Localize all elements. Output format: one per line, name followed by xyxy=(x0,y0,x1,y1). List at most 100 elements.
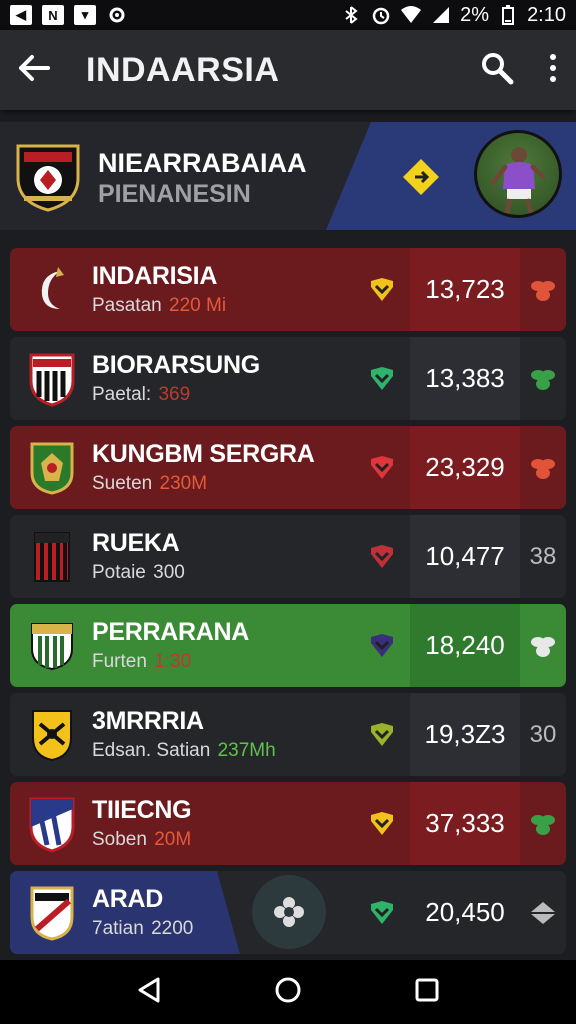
team-row[interactable]: ARAD 7atian 2200 20,450 xyxy=(10,871,566,954)
sub-prefix: Potaie xyxy=(92,562,146,583)
system-nav-bar xyxy=(0,960,576,1024)
settings-icon xyxy=(106,5,128,25)
more-vert-icon[interactable] xyxy=(548,53,558,88)
team-name: INDARISIA xyxy=(92,262,218,290)
team-name: RUEKA xyxy=(92,529,180,557)
sub-value: 300 xyxy=(153,562,185,583)
team-row[interactable]: RUEKA Potaie 300 10,477 38 xyxy=(10,515,566,598)
featured-banner[interactable]: NIEARRABAIAA PIENANESIN xyxy=(0,122,576,230)
team-score: 18,240 xyxy=(410,604,520,687)
status-bar: ◀ N ▾ 2% 2:10 xyxy=(0,0,576,30)
team-row[interactable]: KUNGBM SERGRA Sueten 230M 23,329 xyxy=(10,426,566,509)
notification-n-icon: N xyxy=(42,5,64,25)
wifi-icon xyxy=(400,5,422,25)
team-score: 10,477 xyxy=(410,515,520,598)
down-chevron-icon xyxy=(368,542,396,570)
sub-value: 1:30 xyxy=(154,651,192,672)
team-row[interactable]: BIORARSUNG Paetal: 369 13,383 xyxy=(10,337,566,420)
team-subtitle: 7atian 2200 xyxy=(92,918,193,940)
sub-prefix: Paetal: xyxy=(92,384,152,405)
direction-sign-icon[interactable] xyxy=(402,158,440,201)
battery-percent: 2% xyxy=(460,3,490,26)
club-crest-icon xyxy=(14,140,82,217)
bluetooth-icon xyxy=(340,5,362,25)
team-score: 13,723 xyxy=(410,248,520,331)
signal-icon xyxy=(430,5,452,25)
team-crest-icon xyxy=(22,616,82,676)
sub-value: 369 xyxy=(158,384,191,405)
sub-prefix: Sueten xyxy=(92,473,153,494)
team-score: 23,329 xyxy=(410,426,520,509)
leaf-icon[interactable] xyxy=(520,782,566,865)
sub-prefix: Edsan. Satian xyxy=(92,740,211,761)
settings-fab[interactable] xyxy=(252,875,326,949)
team-crest-icon xyxy=(22,794,82,854)
team-crest-icon xyxy=(22,705,82,765)
team-subtitle: Edsan. Satian 237Mh xyxy=(92,740,276,762)
team-crest-icon xyxy=(22,260,82,320)
team-name: ARAD xyxy=(92,885,164,913)
sub-value: 237Mh xyxy=(217,740,276,761)
sub-prefix: Pasatan xyxy=(92,295,162,316)
player-avatar[interactable] xyxy=(474,130,562,218)
team-name: BIORARSUNG xyxy=(92,351,260,379)
team-score: 37,333 xyxy=(410,782,520,865)
down-chevron-icon xyxy=(368,720,396,748)
team-score: 20,450 xyxy=(425,897,505,927)
team-crest-icon xyxy=(22,438,82,498)
sort-arrows-icon[interactable] xyxy=(520,871,566,954)
page-title: INDAARSIA xyxy=(86,50,280,89)
leaf-icon[interactable] xyxy=(520,426,566,509)
team-score: 13,383 xyxy=(410,337,520,420)
team-subtitle: Sueten 230M xyxy=(92,473,315,495)
team-crest-icon xyxy=(22,527,82,587)
banner-title: NIEARRABAIAA xyxy=(98,148,307,178)
mail-icon: ▾ xyxy=(74,5,96,25)
team-rank: 38 xyxy=(529,542,557,570)
down-chevron-icon xyxy=(368,453,396,481)
alarm-icon xyxy=(370,5,392,25)
sub-value: 2200 xyxy=(151,918,194,939)
down-chevron-icon xyxy=(368,364,396,392)
team-crest-icon xyxy=(22,883,82,943)
sub-prefix: Soben xyxy=(92,829,147,850)
team-row[interactable]: TIIECNG Soben 20M 37,333 xyxy=(10,782,566,865)
back-arrow-icon[interactable] xyxy=(18,54,50,87)
down-chevron-icon xyxy=(368,898,396,926)
sub-prefix: 7atian xyxy=(92,918,144,939)
banner-subtitle: PIENANESIN xyxy=(98,180,251,208)
team-subtitle: Soben 20M xyxy=(92,829,191,851)
down-chevron-icon xyxy=(368,809,396,837)
team-subtitle: Paetal: 369 xyxy=(92,384,260,406)
team-list: INDARISIA Pasatan 220 Mi 13,723 BIORARSU… xyxy=(10,248,566,960)
sub-value: 220 Mi xyxy=(169,295,227,316)
team-crest-icon xyxy=(22,349,82,409)
back-box-icon: ◀ xyxy=(10,5,32,25)
sub-value: 230M xyxy=(159,473,208,494)
leaf-icon[interactable] xyxy=(520,337,566,420)
team-row[interactable]: 3MRRRIA Edsan. Satian 237Mh 19,3Z3 30 xyxy=(10,693,566,776)
team-name: 3MRRRIA xyxy=(92,707,204,735)
team-name: PERRARANA xyxy=(92,618,250,646)
nav-recents-icon[interactable] xyxy=(414,977,440,1008)
leaf-icon[interactable] xyxy=(520,604,566,687)
nav-home-icon[interactable] xyxy=(274,976,302,1009)
sub-prefix: Furten xyxy=(92,651,147,672)
team-score: 19,3Z3 xyxy=(410,693,520,776)
team-subtitle: Furten 1:30 xyxy=(92,651,249,673)
team-name: TIIECNG xyxy=(92,796,192,824)
search-icon[interactable] xyxy=(480,51,514,90)
team-row[interactable]: PERRARANA Furten 1:30 18,240 xyxy=(10,604,566,687)
down-chevron-icon xyxy=(368,275,396,303)
leaf-icon[interactable] xyxy=(520,248,566,331)
team-name: KUNGBM SERGRA xyxy=(92,440,315,468)
app-bar: INDAARSIA xyxy=(0,30,576,110)
team-subtitle: Potaie 300 xyxy=(92,562,185,584)
clock: 2:10 xyxy=(527,3,566,26)
team-subtitle: Pasatan 220 Mi xyxy=(92,295,226,317)
team-row[interactable]: INDARISIA Pasatan 220 Mi 13,723 xyxy=(10,248,566,331)
nav-back-icon[interactable] xyxy=(136,976,162,1009)
team-rank: 30 xyxy=(529,720,557,748)
sub-value: 20M xyxy=(154,829,192,850)
battery-icon xyxy=(497,5,519,25)
